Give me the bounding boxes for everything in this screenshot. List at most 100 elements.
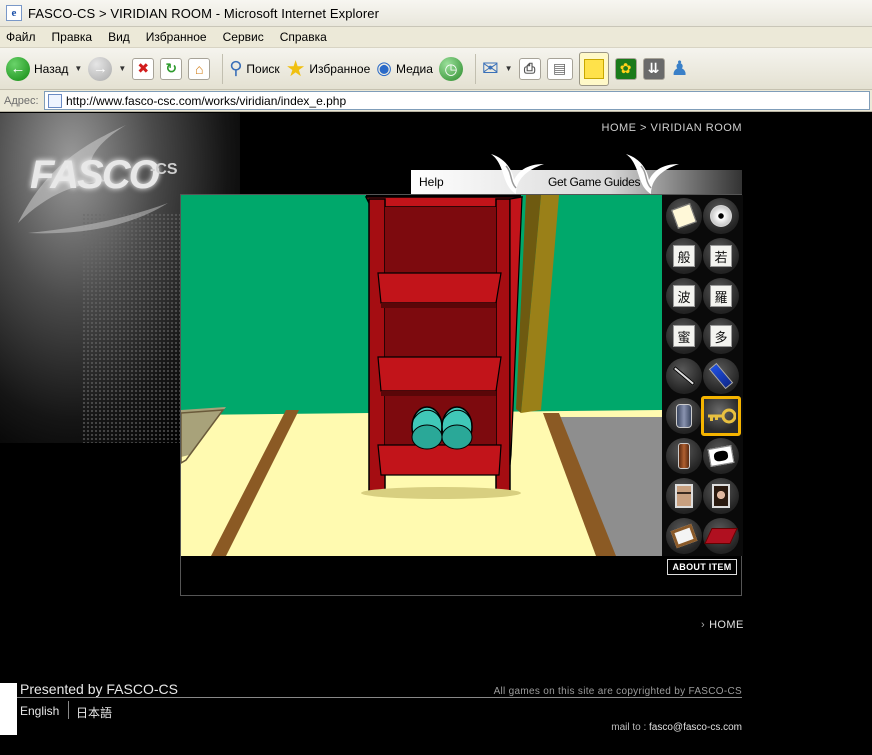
downloads-button[interactable]: ⇊ <box>642 53 665 85</box>
lighter-icon <box>708 362 734 390</box>
edit-page-icon: ▤ <box>546 57 573 80</box>
menu-favorites[interactable]: Избранное <box>146 30 207 44</box>
mail-label: mail to : <box>611 722 647 733</box>
refresh-icon: ↻ <box>160 57 183 80</box>
cd-disc-icon <box>710 205 732 227</box>
mail-address-link[interactable]: fasco@fasco-cs.com <box>649 722 742 733</box>
media-globe-icon: ◉ <box>376 58 392 78</box>
menu-tools[interactable]: Сервис <box>223 30 264 44</box>
inventory-pen[interactable] <box>666 358 702 394</box>
search-label: Поиск <box>246 61 280 76</box>
messenger-button[interactable]: ♟ <box>671 53 689 85</box>
inventory-photo-woman[interactable] <box>703 478 739 514</box>
mail-dropdown-icon[interactable]: ▼ <box>505 64 513 73</box>
inventory-red-book[interactable] <box>703 518 739 554</box>
menu-file[interactable]: Файл <box>6 30 36 44</box>
site-logo[interactable]: FASCO <box>30 153 160 198</box>
menu-bar: Файл Правка Вид Избранное Сервис Справка <box>0 27 872 48</box>
pen-icon <box>672 366 696 386</box>
kanji-tile-icon: 若 <box>710 245 732 267</box>
kanji-tile-icon: 羅 <box>710 285 732 307</box>
browser-toolbar: ← Назад ▼ → ▼ ✖ ↻ ⌂ ⚲ Поиск ★ Избранное … <box>0 48 872 90</box>
inventory-brown-bottle[interactable] <box>666 438 702 474</box>
favorites-label: Избранное <box>309 61 371 76</box>
home-link[interactable]: › HOME <box>701 619 744 631</box>
language-japanese-link[interactable]: 日本語 <box>76 704 112 721</box>
inventory-can[interactable] <box>666 398 702 434</box>
refresh-button[interactable]: ↻ <box>160 53 183 85</box>
mail-icon: ✉ <box>481 58 499 80</box>
inventory-ink-paper[interactable] <box>703 438 739 474</box>
home-icon: ⌂ <box>188 57 211 80</box>
about-item-button[interactable]: ABOUT ITEM <box>667 559 737 575</box>
ie-logo-icon: e <box>6 5 22 21</box>
address-bar: Адрес: http://www.fasco-csc.com/works/vi… <box>0 90 872 112</box>
inventory-kanji-tile-2[interactable]: 若 <box>703 238 739 274</box>
inventory-kanji-tile-5[interactable]: 蜜 <box>666 318 702 354</box>
search-icon: ⚲ <box>229 58 243 78</box>
inventory-kanji-tile-3[interactable]: 波 <box>666 278 702 314</box>
home-link-label: HOME <box>709 619 744 631</box>
mail-button[interactable]: ✉ ▼ <box>482 53 513 85</box>
menu-view[interactable]: Вид <box>108 30 130 44</box>
stop-button[interactable]: ✖ <box>132 53 155 85</box>
forward-dropdown-icon[interactable]: ▼ <box>118 64 126 73</box>
kanji-tile-icon: 多 <box>710 325 732 347</box>
dot-pattern <box>82 213 182 443</box>
back-button[interactable]: ← Назад ▼ <box>6 53 82 85</box>
sticky-note-icon <box>578 51 609 86</box>
inventory-memo-paper[interactable] <box>666 198 702 234</box>
history-button[interactable]: ◷ <box>438 53 463 85</box>
language-divider <box>68 701 69 719</box>
edit-button[interactable]: ▤ <box>546 53 573 85</box>
inventory-kanji-tile-4[interactable]: 羅 <box>703 278 739 314</box>
back-label: Назад <box>34 61 69 76</box>
window-title: FASCO-CS > VIRIDIAN ROOM - Microsoft Int… <box>28 5 380 21</box>
media-label: Медиа <box>395 61 433 76</box>
back-arrow-icon: ← <box>6 56 30 81</box>
tab-help[interactable]: Help <box>419 175 444 189</box>
download-arrow-icon: ⇊ <box>642 57 665 80</box>
page-icon <box>48 93 62 108</box>
footer: Presented by FASCO-CS All games on this … <box>0 675 872 755</box>
history-clock-icon: ◷ <box>438 56 463 81</box>
inventory-kanji-tile-1[interactable]: 般 <box>666 238 702 274</box>
ink-blot-paper-icon <box>707 445 735 467</box>
portrait-photo-icon <box>712 484 730 508</box>
print-button[interactable]: ⎙ <box>518 53 541 85</box>
toolbar-separator <box>474 53 476 84</box>
memo-paper-icon <box>671 203 697 229</box>
back-dropdown-icon[interactable]: ▼ <box>74 64 82 73</box>
breadcrumb[interactable]: HOME > VIRIDIAN ROOM <box>602 122 743 134</box>
kanji-tile-icon: 波 <box>673 285 695 307</box>
bottle-icon <box>678 443 690 469</box>
address-label: Адрес: <box>4 94 39 107</box>
language-english-link[interactable]: English <box>20 704 59 718</box>
chevron-right-icon: › <box>701 619 706 631</box>
notes-button[interactable] <box>578 51 609 86</box>
inventory-key-selected[interactable] <box>701 396 741 436</box>
menu-edit[interactable]: Правка <box>52 30 93 44</box>
icq-button[interactable]: ✿ <box>614 53 637 85</box>
home-button[interactable]: ⌂ <box>188 53 211 85</box>
forward-arrow-icon: → <box>88 56 113 81</box>
flame-ornament-icon <box>491 154 544 194</box>
footer-accent-bar <box>0 683 17 735</box>
stop-icon: ✖ <box>132 57 155 80</box>
favorites-button[interactable]: ★ Избранное <box>286 53 371 85</box>
inventory-lighter[interactable] <box>703 358 739 394</box>
inventory-photo-man[interactable] <box>666 478 702 514</box>
inventory-kanji-tile-6[interactable]: 多 <box>703 318 739 354</box>
media-button[interactable]: ◉ Медиа <box>376 53 433 85</box>
search-button[interactable]: ⚲ Поиск <box>229 53 279 85</box>
address-input[interactable]: http://www.fasco-csc.com/works/viridian/… <box>44 91 870 110</box>
star-icon: ★ <box>285 55 306 81</box>
flame-ornament-icon <box>626 154 679 194</box>
kanji-tile-icon: 般 <box>673 245 695 267</box>
toolbar-separator <box>222 53 224 84</box>
inventory-cd-disc[interactable] <box>703 198 739 234</box>
forward-button[interactable]: → ▼ <box>88 53 126 85</box>
inventory-picture-frame[interactable] <box>666 518 702 554</box>
game-scene[interactable] <box>181 195 662 556</box>
menu-help[interactable]: Справка <box>280 30 327 44</box>
